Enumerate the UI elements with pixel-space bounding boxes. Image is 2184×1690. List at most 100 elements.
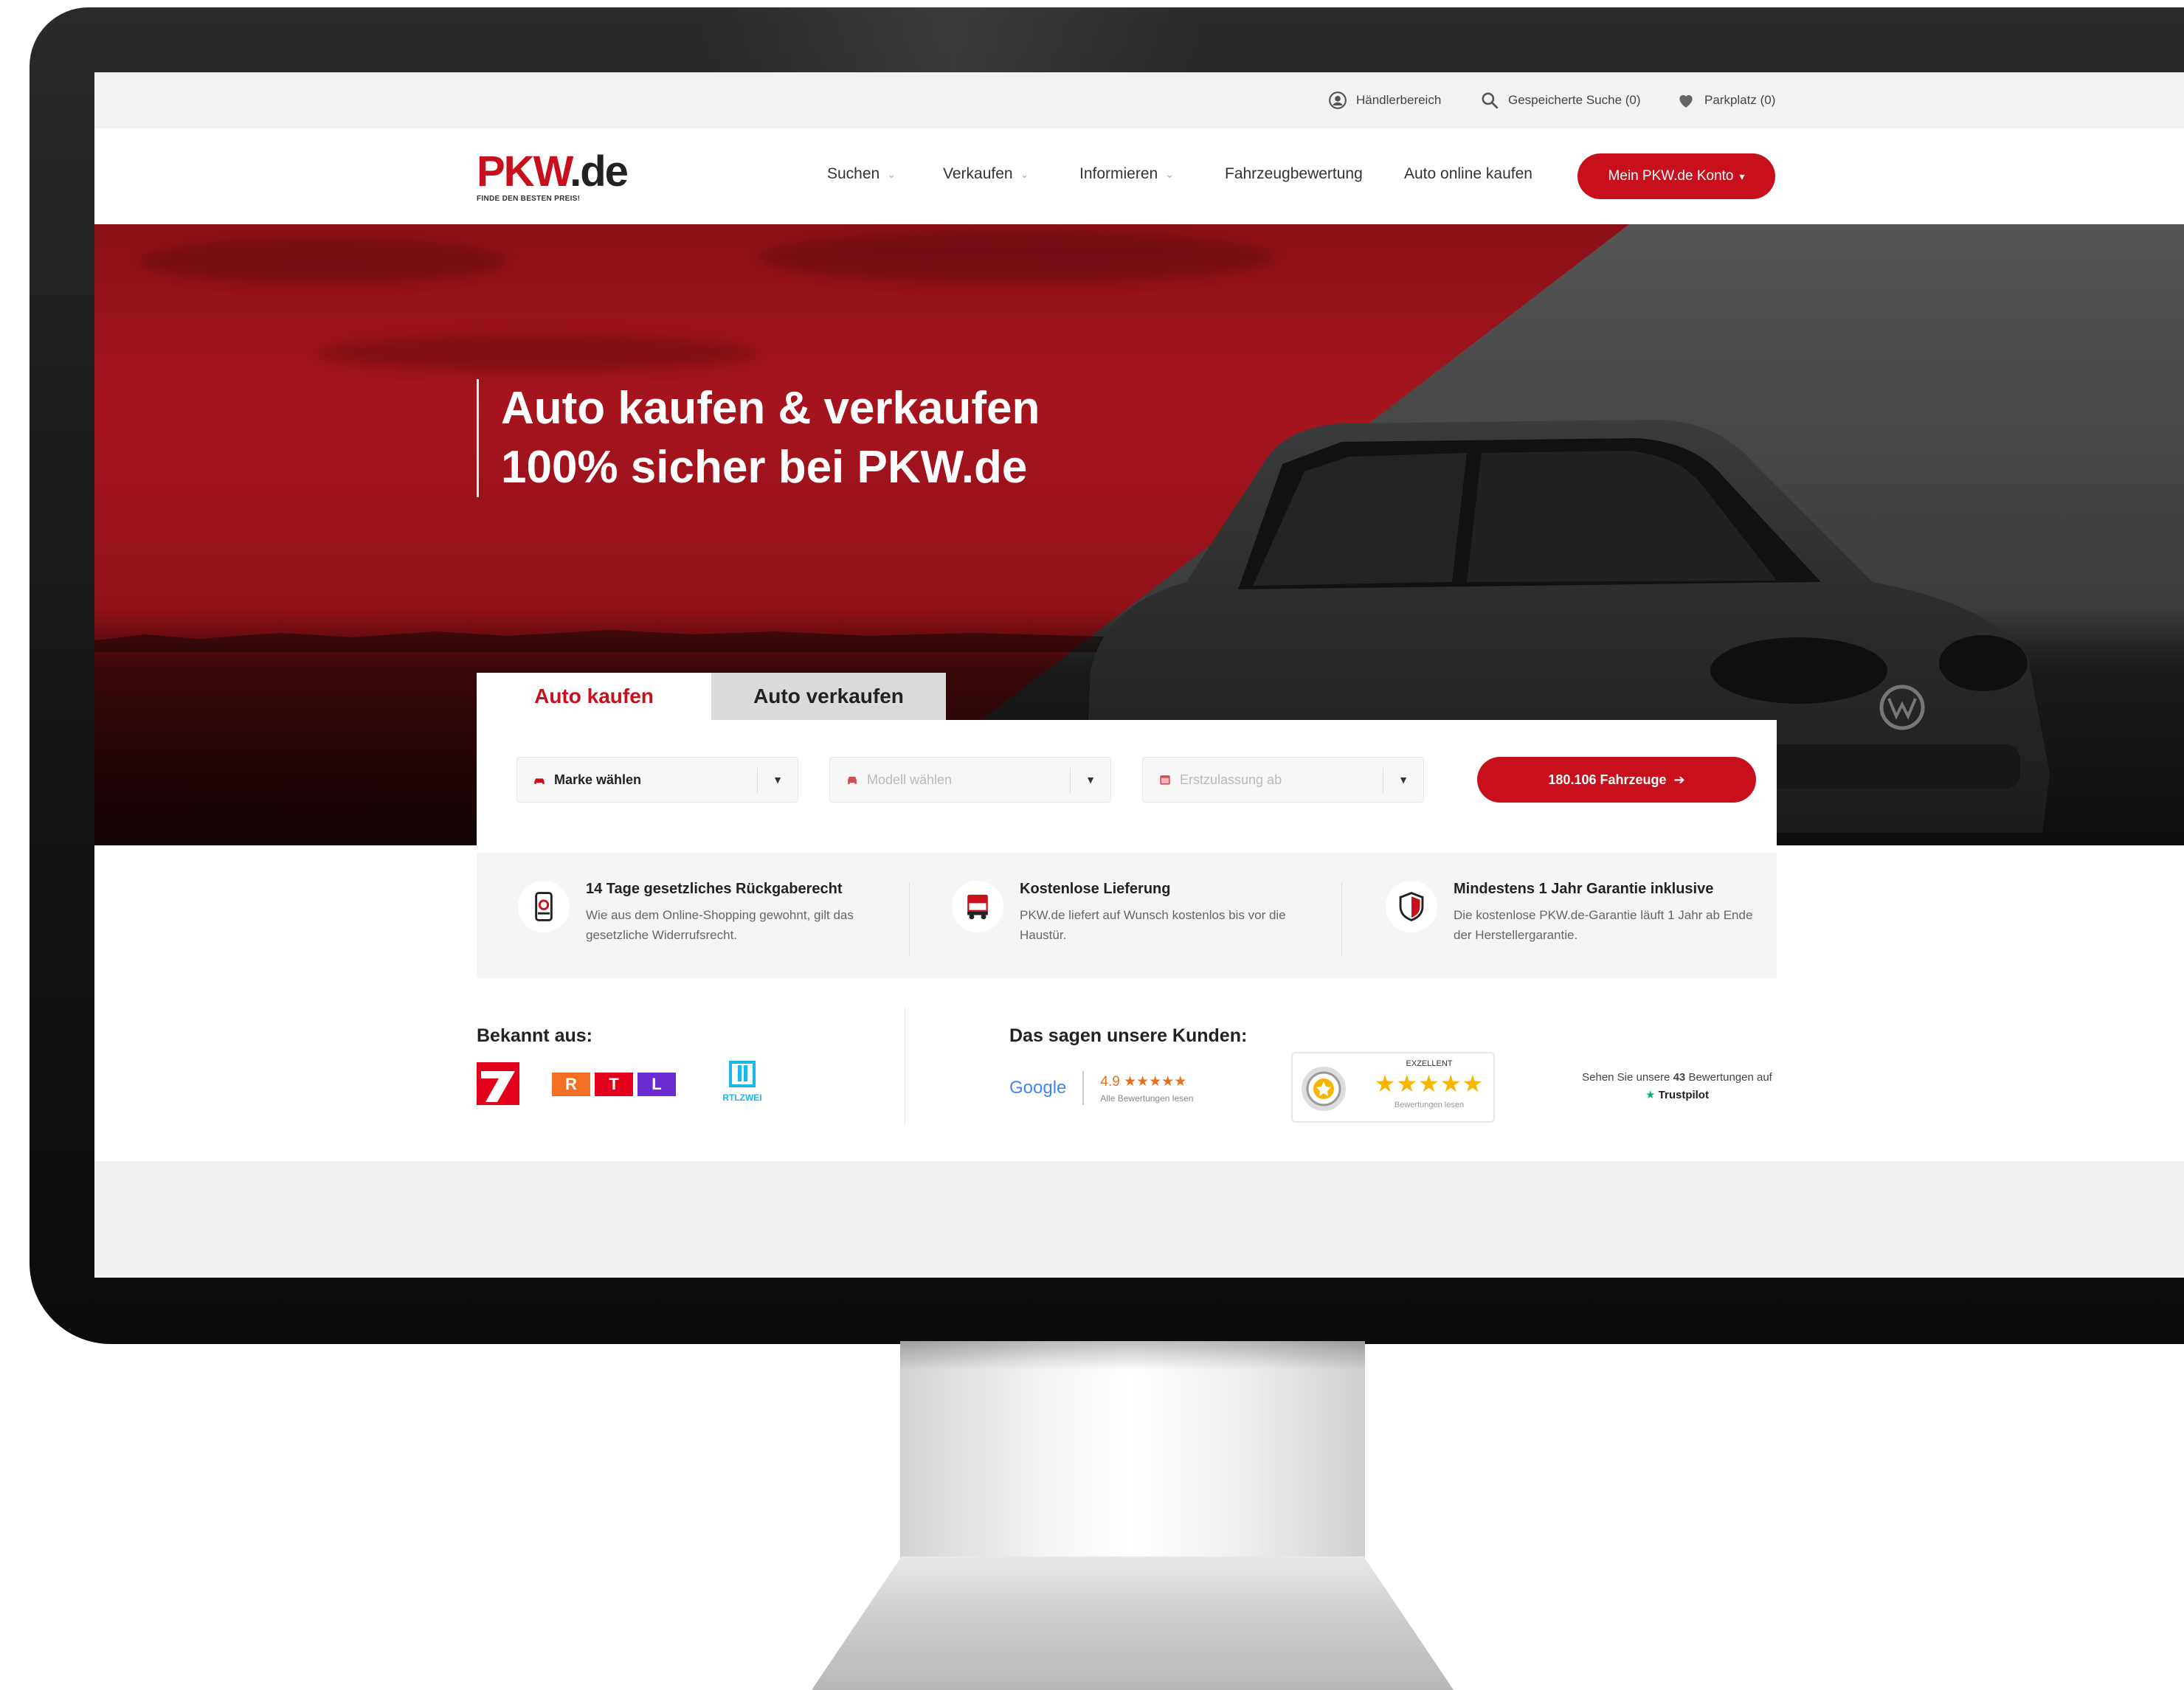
- logo-brand-red: PKW: [477, 148, 571, 195]
- badge-stars-icon: ★★★★★: [1374, 1070, 1485, 1097]
- monitor-stand-neck: [900, 1341, 1365, 1585]
- select-separator: [1070, 768, 1071, 793]
- seal-icon: [1302, 1067, 1346, 1111]
- trustpilot-prefix: Sehen Sie unsere: [1582, 1071, 1670, 1084]
- trustpilot-count: 43: [1673, 1071, 1686, 1084]
- chevron-down-icon: ⌄: [1165, 167, 1174, 180]
- trust-section: Bekannt aus: R T L RTLZWEI Das sagen uns…: [94, 1008, 2184, 1161]
- shield-icon: [1386, 881, 1437, 932]
- pkw-logo[interactable]: PKW.de FINDE DEN BESTEN PREIS!: [477, 148, 629, 204]
- cloud-shape: [316, 335, 758, 372]
- usp-title: Mindestens 1 Jahr Garantie inklusive: [1454, 881, 1714, 897]
- heart-icon: [1679, 94, 1693, 108]
- parking-link[interactable]: Parkplatz (0): [1676, 89, 1775, 112]
- usp-text: Die kostenlose PKW.de-Garantie läuft 1 J…: [1454, 908, 1753, 942]
- rtl-logo: R T L: [552, 1073, 676, 1096]
- trustpilot-star-icon: ★: [1645, 1089, 1656, 1101]
- monitor-screen: Händlerbereich Gespeicherte Suche (0) Pa…: [94, 72, 2184, 1278]
- tab-auto-kaufen[interactable]: Auto kaufen: [477, 673, 711, 720]
- car-icon: [534, 778, 545, 784]
- hero-headline-line2: 100% sicher bei PKW.de: [501, 442, 1028, 493]
- usp-title: Kostenlose Lieferung: [1020, 881, 1171, 897]
- caret-down-icon: ▼: [1398, 774, 1409, 786]
- usp-free-delivery: Kostenlose Lieferung PKW.de liefert auf …: [952, 881, 1335, 945]
- phone-return-icon: [518, 881, 570, 932]
- nav-item-fahrzeugbewertung[interactable]: Fahrzeugbewertung: [1225, 165, 1363, 183]
- hero-headline-line1: Auto kaufen & verkaufen: [501, 383, 1040, 434]
- registration-select-value: Erstzulassung ab: [1180, 772, 1282, 787]
- car-front-icon: [848, 776, 857, 784]
- rtl2-logo: RTLZWEI: [713, 1059, 772, 1103]
- google-reviews-link: Alle Bewertungen lesen: [1100, 1092, 1194, 1104]
- google-rating-value: 4.9: [1100, 1073, 1120, 1090]
- trustpilot-suffix: Bewertungen auf: [1688, 1071, 1772, 1084]
- search-panel: Marke wählen ▼ Modell wählen ▼ Erstzulas…: [477, 720, 1777, 853]
- footer-background: [94, 1161, 2184, 1278]
- usp-divider: [909, 882, 910, 956]
- star-rating-icon: ★★★★★: [1124, 1073, 1187, 1090]
- account-button-label: Mein PKW.de Konto: [1608, 168, 1734, 184]
- chevron-down-icon: ⌄: [887, 167, 896, 180]
- cloud-shape: [758, 232, 1275, 283]
- trustpilot-widget[interactable]: Sehen Sie unsere 43 Bewertungen auf ★ Tr…: [1570, 1071, 1784, 1101]
- account-button[interactable]: Mein PKW.de Konto ▾: [1577, 153, 1775, 199]
- search-icon: [1482, 92, 1499, 109]
- user-circle-icon: [1329, 91, 1347, 109]
- usp-text: PKW.de liefert auf Wunsch kostenlos bis …: [1020, 908, 1286, 942]
- press-title: Bekannt aus:: [477, 1025, 592, 1046]
- caret-down-icon: ▼: [1085, 774, 1096, 786]
- dealer-link[interactable]: Händlerbereich: [1328, 89, 1441, 112]
- tab-auto-verkaufen[interactable]: Auto verkaufen: [711, 673, 946, 720]
- dealer-link-label: Händlerbereich: [1356, 93, 1442, 107]
- make-select-value: Marke wählen: [554, 772, 642, 787]
- rtl-letter-l: L: [637, 1073, 676, 1096]
- monitor-stand-shadow: [900, 1341, 1365, 1371]
- rtl2-label: RTLZWEI: [722, 1092, 762, 1103]
- prosieben-logo: [477, 1062, 519, 1105]
- caret-down-icon: ▼: [773, 774, 783, 786]
- logo-brand-dark: .de: [570, 148, 629, 195]
- usp-bar: 14 Tage gesetzliches Rückgaberecht Wie a…: [477, 853, 1777, 978]
- truck-icon: [952, 881, 1003, 932]
- main-navbar: PKW.de FINDE DEN BESTEN PREIS! Suchen ⌄ V…: [94, 128, 2184, 224]
- logo-tagline: FINDE DEN BESTEN PREIS!: [477, 195, 581, 203]
- make-select[interactable]: Marke wählen ▼: [516, 757, 798, 803]
- review-badge[interactable]: EXZELLENT ★★★★★ Bewertungen lesen: [1291, 1052, 1495, 1123]
- google-logo: Google: [1009, 1078, 1067, 1098]
- nav-item-label: Fahrzeugbewertung: [1225, 165, 1363, 182]
- google-rating[interactable]: Google 4.9 ★★★★★ Alle Bewertungen lesen: [1009, 1071, 1193, 1105]
- nav-item-suchen[interactable]: Suchen ⌄: [827, 165, 896, 183]
- select-separator: [757, 768, 758, 793]
- nav-item-label: Informieren: [1079, 165, 1158, 182]
- search-submit-button[interactable]: 180.106 Fahrzeuge ➔: [1477, 757, 1756, 803]
- saved-search-link[interactable]: Gespeicherte Suche (0): [1480, 89, 1641, 112]
- badge-label: EXZELLENT: [1406, 1059, 1453, 1068]
- trustpilot-logo: ★ Trustpilot: [1570, 1088, 1784, 1101]
- registration-select[interactable]: Erstzulassung ab ▼: [1142, 757, 1424, 803]
- rtl-letter-r: R: [552, 1073, 590, 1096]
- chevron-down-icon: ⌄: [1020, 167, 1029, 180]
- trustpilot-text: Sehen Sie unsere 43 Bewertungen auf: [1570, 1071, 1784, 1084]
- calendar-icon: [1160, 775, 1170, 785]
- nav-item-auto-online-kaufen[interactable]: Auto online kaufen: [1404, 165, 1532, 183]
- usp-warranty: Mindestens 1 Jahr Garantie inklusive Die…: [1386, 881, 1769, 945]
- badge-sub-link: Bewertungen lesen: [1394, 1101, 1465, 1109]
- logo-wordmark: PKW.de: [477, 148, 629, 195]
- nav-item-informieren[interactable]: Informieren ⌄: [1079, 165, 1174, 183]
- rtl-letter-t: T: [595, 1073, 633, 1096]
- rtl2-mark-icon: [729, 1061, 756, 1087]
- trustpilot-label: Trustpilot: [1658, 1089, 1709, 1101]
- nav-item-label: Auto online kaufen: [1404, 165, 1532, 182]
- nav-item-verkaufen[interactable]: Verkaufen ⌄: [943, 165, 1029, 183]
- google-divider: [1082, 1071, 1085, 1105]
- nav-item-label: Verkaufen: [943, 165, 1013, 182]
- nav-item-label: Suchen: [827, 165, 880, 182]
- utility-bar: Händlerbereich Gespeicherte Suche (0) Pa…: [94, 72, 2184, 128]
- saved-search-label: Gespeicherte Suche (0): [1508, 93, 1641, 107]
- usp-divider: [1341, 882, 1342, 956]
- model-select[interactable]: Modell wählen ▼: [829, 757, 1111, 803]
- reviews-title: Das sagen unsere Kunden:: [1009, 1025, 1248, 1046]
- parking-label: Parkplatz (0): [1704, 93, 1776, 107]
- model-select-value: Modell wählen: [867, 772, 953, 787]
- monitor-stand-base: [812, 1556, 1454, 1690]
